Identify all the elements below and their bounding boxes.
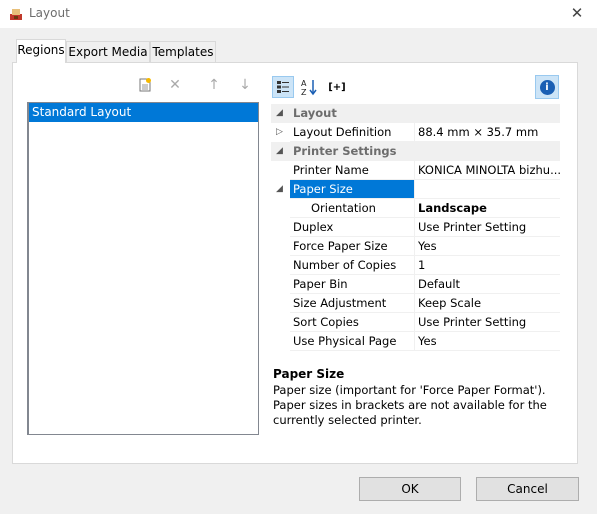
property-value[interactable]: Default [415,275,560,294]
property-row[interactable]: Sort Copies Use Printer Setting [271,313,560,332]
svg-text:Z: Z [301,88,307,96]
move-down-icon[interactable]: ↓ [235,75,255,95]
property-row[interactable]: Force Paper Size Yes [271,237,560,256]
category-label: Layout [293,106,337,120]
property-name[interactable]: Force Paper Size [290,237,414,256]
property-name[interactable]: Sort Copies [290,313,414,332]
property-row[interactable]: ▷ Layout Definition 88.4 mm × 35.7 mm [271,123,560,142]
tab-templates[interactable]: Templates [150,41,216,62]
property-row[interactable]: Duplex Use Printer Setting [271,218,560,237]
app-icon [10,9,22,20]
row-gutter [271,332,288,351]
info-icon[interactable]: i [535,75,559,99]
property-category[interactable]: ◢ Layout [271,104,560,123]
property-name[interactable]: Layout Definition [290,123,414,142]
row-gutter [271,313,288,332]
property-name[interactable]: Duplex [290,218,414,237]
alphabetical-sort-icon[interactable]: A Z [299,77,319,97]
region-item-standard-layout[interactable]: Standard Layout [29,103,258,122]
row-gutter [271,237,288,256]
expander-icon[interactable]: ◢ [271,104,288,123]
property-row[interactable]: ◢ Paper Size [271,180,560,199]
property-value[interactable]: Yes [415,332,560,351]
property-row[interactable]: Use Physical Page Yes [271,332,560,351]
cancel-button[interactable]: Cancel [476,477,579,501]
property-row[interactable]: Number of Copies 1 [271,256,560,275]
property-name[interactable]: Use Physical Page [290,332,414,351]
property-value[interactable]: Keep Scale [415,294,560,313]
property-name[interactable]: Paper Bin [290,275,414,294]
delete-icon[interactable]: ✕ [165,75,185,95]
new-region-icon[interactable] [135,75,155,95]
property-row[interactable]: Paper Bin Default [271,275,560,294]
property-name[interactable]: Paper Size [290,180,414,199]
property-value[interactable]: Yes [415,237,560,256]
title-bar: Layout ✕ [0,0,597,28]
regions-list[interactable]: Standard Layout [27,102,259,435]
expand-collapse-icon[interactable]: [+] [326,77,348,97]
row-gutter [271,218,288,237]
expander-icon[interactable]: ◢ [271,142,288,161]
row-gutter [271,199,288,218]
row-gutter [271,294,288,313]
info-glyph: i [539,79,555,95]
ok-button[interactable]: OK [359,477,461,501]
property-name[interactable]: Size Adjustment [290,294,414,313]
property-name[interactable]: Orientation [290,199,414,218]
description-panel: Paper Size Paper size (important for 'Fo… [271,366,560,436]
property-value[interactable]: 1 [415,256,560,275]
property-name[interactable]: Printer Name [290,161,414,180]
property-row[interactable]: Size Adjustment Keep Scale [271,294,560,313]
expander-icon[interactable]: ▷ [271,123,288,142]
property-row[interactable]: Orientation Landscape [271,199,560,218]
move-up-icon[interactable]: ↑ [204,75,224,95]
property-value[interactable]: Use Printer Setting [415,313,560,332]
expander-icon[interactable]: ◢ [271,180,288,199]
tab-export-media[interactable]: Export Media [66,41,150,62]
row-gutter [271,275,288,294]
categorized-view-icon[interactable] [272,76,294,98]
property-value[interactable]: KONICA MINOLTA bizhu... [415,161,560,180]
close-icon[interactable]: ✕ [566,2,588,24]
property-value[interactable]: 88.4 mm × 35.7 mm [415,123,560,142]
property-value[interactable]: Use Printer Setting [415,218,560,237]
row-gutter [271,161,288,180]
property-row[interactable]: Printer Name KONICA MINOLTA bizhu... [271,161,560,180]
description-title: Paper Size [273,367,345,381]
tab-regions[interactable]: Regions [16,39,66,63]
svg-text:A: A [301,79,307,88]
property-name[interactable]: Number of Copies [290,256,414,275]
window-title: Layout [29,6,70,20]
property-value[interactable]: Landscape [415,199,560,218]
property-value[interactable] [415,180,560,199]
row-gutter [271,256,288,275]
property-grid[interactable]: ◢ Layout ▷ Layout Definition 88.4 mm × 35.7 … [271,104,560,351]
property-category[interactable]: ◢ Printer Settings [271,142,560,161]
description-body: Paper size (important for 'Force Paper F… [273,383,547,427]
category-label: Printer Settings [293,144,397,158]
